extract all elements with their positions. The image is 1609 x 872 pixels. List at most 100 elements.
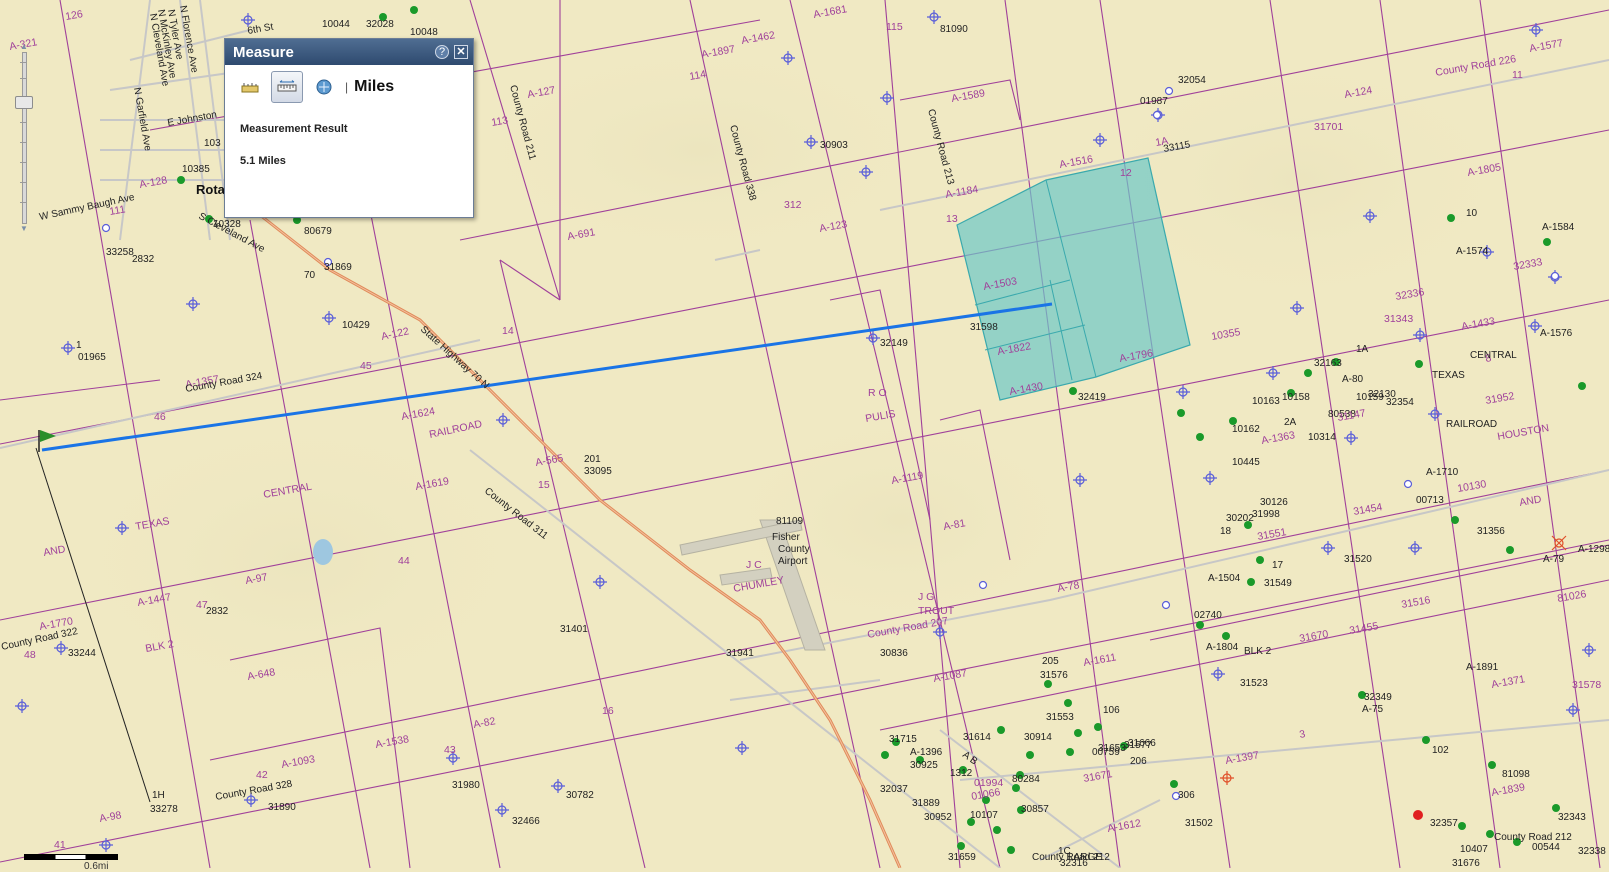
map-label: 33278 — [150, 804, 178, 815]
map-label: 31941 — [726, 648, 754, 659]
map-label: 10314 — [1308, 432, 1336, 443]
map-label: A-75 — [1362, 704, 1384, 715]
result-value: 5.1 Miles — [240, 155, 286, 167]
map-label: Airport — [778, 556, 808, 567]
map-label: Fisher — [772, 532, 800, 543]
map-label: 70 — [304, 270, 316, 281]
map-label: 32316 — [1060, 858, 1088, 868]
measure-titlebar[interactable]: Measure ? ✕ — [225, 39, 473, 65]
map-label: 32037 — [880, 784, 908, 795]
map-label: 31676 — [1452, 858, 1480, 868]
map-label: 31653 — [1098, 743, 1126, 754]
map-label: 42 — [256, 769, 268, 781]
zoom-tick — [20, 62, 27, 63]
map-label: 46 — [154, 411, 166, 423]
unit-separator: | — [345, 80, 349, 94]
map-label: 106 — [1103, 705, 1120, 716]
measure-panel: Measure ? ✕ | Miles Measurement Result 5… — [224, 38, 474, 218]
map-label: 31980 — [452, 780, 480, 791]
map-label: RAILROAD — [1446, 419, 1497, 430]
map-label: 32028 — [366, 19, 394, 30]
map-label: 81098 — [1502, 769, 1530, 780]
map-label: 1B — [0, 0, 13, 3]
zoom-thumb[interactable] — [15, 96, 33, 109]
map-label: 30782 — [566, 790, 594, 801]
zoom-in-icon[interactable]: ▲ — [17, 42, 31, 51]
map-label: TEXAS — [1432, 370, 1465, 381]
map-label: 10162 — [1232, 424, 1260, 435]
map-label: 10429 — [342, 320, 370, 331]
map-label: 31549 — [1264, 578, 1292, 589]
distance-icon[interactable] — [271, 71, 303, 103]
map-label: 11 — [1512, 69, 1523, 81]
map-label: 30857 — [1021, 804, 1049, 815]
map-label: 10044 — [322, 19, 350, 30]
map-label: 32357 — [1430, 818, 1458, 829]
map-label: 10445 — [1232, 457, 1260, 468]
map-label: 18 — [1220, 526, 1232, 537]
map-label: 31614 — [963, 732, 991, 743]
close-icon[interactable]: ✕ — [454, 45, 468, 59]
map-label: 15 — [538, 479, 550, 491]
map-label: 10107 — [970, 810, 998, 821]
map-label: 32343 — [1558, 812, 1586, 823]
map-label: A-1710 — [1426, 467, 1459, 478]
scale-bar: 0.6mi — [24, 852, 174, 872]
map-label: 31502 — [1185, 818, 1213, 829]
map-label: 80284 — [1012, 774, 1040, 785]
scale-line — [24, 854, 118, 860]
map-label: 205 — [1042, 656, 1059, 667]
map-label: 102 — [1432, 745, 1449, 756]
help-icon[interactable]: ? — [435, 45, 449, 59]
map-label: 31890 — [268, 802, 296, 813]
map-label: A-80 — [1342, 374, 1364, 385]
map-label: 33095 — [584, 466, 612, 477]
unit-dropdown[interactable]: Miles — [354, 78, 394, 96]
map-label: 01987 — [1140, 96, 1168, 107]
map-label: 32349 — [1364, 692, 1392, 703]
map-label: A-1584 — [1542, 222, 1575, 233]
map-label: R O — [868, 387, 887, 399]
map-label: A-1804 — [1206, 642, 1239, 653]
map-label: 30836 — [880, 648, 908, 659]
zoom-tick — [20, 162, 27, 163]
map-label: 306 — [1178, 790, 1195, 801]
map-label: 32466 — [512, 816, 540, 827]
map-label: 115 — [886, 21, 903, 33]
map-label: 31598 — [970, 322, 998, 333]
map-label: 31715 — [889, 734, 917, 745]
map-label: County — [778, 544, 810, 555]
map-label: A-1396 — [910, 747, 943, 758]
map-label: A-1891 — [1466, 662, 1499, 673]
location-icon[interactable] — [311, 74, 337, 100]
map-label: 2832 — [206, 606, 229, 617]
map-label: 31998 — [1252, 509, 1280, 520]
zoom-slider[interactable]: ▲ ▼ — [14, 42, 34, 233]
map-label: 2A — [1284, 417, 1297, 428]
map-label: 10158 — [1282, 392, 1310, 403]
map-label: 31576 — [1040, 670, 1068, 681]
map-label: 206 — [1130, 756, 1147, 767]
map-label: 103 — [204, 138, 221, 149]
map-label: 17 — [1272, 560, 1284, 571]
area-icon[interactable] — [237, 74, 263, 100]
map-label: 1H — [152, 790, 165, 801]
map-label: 10163 — [1252, 396, 1280, 407]
map-label: 41 — [54, 839, 66, 851]
map-label: 16 — [602, 705, 614, 717]
map-label: TROUT — [918, 605, 955, 617]
map-label: Rota — [196, 182, 226, 197]
map-label: 45 — [360, 360, 372, 372]
map-label: 30952 — [924, 812, 952, 823]
map-label: 33258 — [106, 247, 134, 258]
zoom-tick — [20, 182, 27, 183]
map-label: 43 — [444, 744, 456, 756]
map-label: 13 — [946, 213, 958, 225]
zoom-out-icon[interactable]: ▼ — [17, 224, 31, 233]
result-heading: Measurement Result — [240, 123, 348, 135]
map-label: 31659 — [948, 852, 976, 863]
map-label: 02740 — [1194, 610, 1222, 621]
zoom-tick — [20, 78, 27, 79]
map-label: 1312 — [950, 768, 973, 779]
map-label: 30903 — [820, 140, 848, 151]
